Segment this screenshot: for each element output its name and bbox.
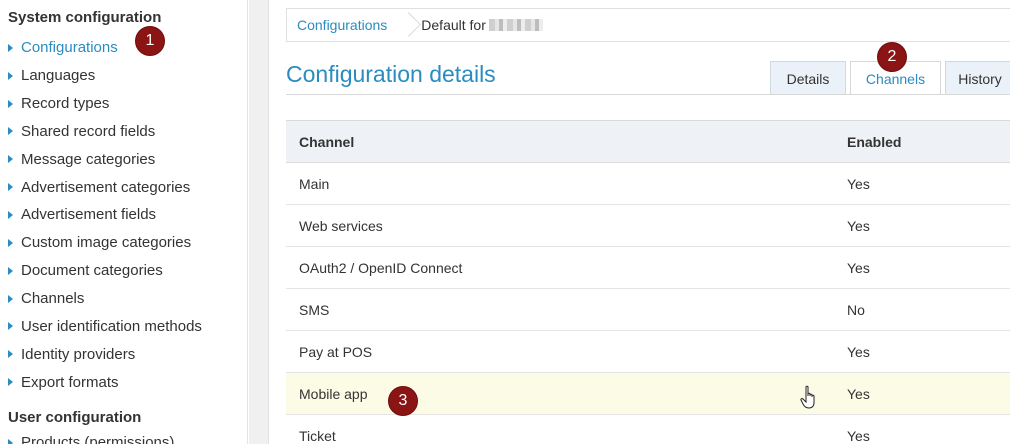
caret-right-icon [8, 378, 13, 387]
cell-enabled: Yes [847, 385, 870, 402]
column-header-channel: Channel [299, 133, 355, 150]
step-marker-3: 3 [388, 386, 418, 416]
caret-right-icon [8, 322, 13, 331]
table-header: Channel Enabled [286, 121, 1010, 163]
sidebar-item-message-categories[interactable]: Message categories [0, 145, 247, 173]
table-row[interactable]: OAuth2 / OpenID Connect Yes [286, 247, 1010, 289]
cell-enabled: Yes [847, 259, 870, 276]
sidebar-item-user-identification-methods[interactable]: User identification methods [0, 312, 247, 340]
caret-right-icon [8, 238, 13, 247]
sidebar-item-identity-providers[interactable]: Identity providers [0, 340, 247, 368]
caret-right-icon [8, 99, 13, 108]
cell-channel: Web services [299, 217, 383, 234]
caret-right-icon [8, 155, 13, 164]
table-row[interactable]: SMS No [286, 289, 1010, 331]
sidebar-section-system-configuration: System configuration [8, 9, 162, 26]
sidebar-item-label: User identification methods [21, 317, 202, 335]
sidebar-item-label: Products (permissions) [21, 434, 175, 444]
page-title: Configuration details [286, 61, 496, 87]
sidebar-item-document-categories[interactable]: Document categories [0, 257, 247, 285]
sidebar-item-label: Identity providers [21, 345, 136, 363]
cell-channel: Ticket [299, 427, 336, 444]
sidebar-item-advertisement-categories[interactable]: Advertisement categories [0, 173, 247, 201]
sidebar-item-record-types[interactable]: Record types [0, 90, 247, 118]
sidebar-gutter [249, 0, 269, 444]
cell-enabled: Yes [847, 343, 870, 360]
cell-channel: OAuth2 / OpenID Connect [299, 259, 463, 276]
table-row[interactable]: Pay at POS Yes [286, 331, 1010, 373]
sidebar-item-products-permissions[interactable]: Products (permissions) [8, 434, 174, 444]
step-marker-1: 1 [135, 26, 165, 56]
sidebar-item-label: Custom image categories [21, 234, 192, 252]
sidebar-item-label: Document categories [21, 262, 163, 280]
sidebar-item-label: Advertisement fields [21, 206, 157, 224]
cell-enabled: Yes [847, 427, 870, 444]
sidebar-item-label: Message categories [21, 150, 156, 168]
breadcrumb-configurations-link[interactable]: Configurations [287, 17, 399, 33]
tabs-divider [286, 94, 1010, 95]
caret-right-icon [8, 127, 13, 136]
cell-enabled: Yes [847, 175, 870, 192]
sidebar-item-configurations[interactable]: Configurations [0, 34, 247, 62]
column-header-enabled: Enabled [847, 133, 902, 150]
table-row[interactable]: Main Yes [286, 163, 1010, 205]
sidebar-item-label: Advertisement categories [21, 178, 191, 196]
sidebar: System configuration Configurations Lang… [0, 0, 248, 444]
sidebar-item-shared-record-fields[interactable]: Shared record fields [0, 118, 247, 146]
sidebar-item-label: Channels [21, 290, 85, 308]
sidebar-menu: Configurations Languages Record types Sh… [0, 34, 247, 396]
sidebar-item-label: Shared record fields [21, 122, 156, 140]
caret-right-icon [8, 71, 13, 80]
breadcrumb: Configurations Default for [286, 8, 1010, 42]
breadcrumb-current-label: Default for [421, 17, 486, 33]
sidebar-item-export-formats[interactable]: Export formats [0, 368, 247, 396]
cell-enabled: No [847, 301, 865, 318]
table-row[interactable]: Web services Yes [286, 205, 1010, 247]
cell-enabled: Yes [847, 217, 870, 234]
breadcrumb-separator-icon [399, 8, 409, 42]
table-row[interactable]: Ticket Yes [286, 415, 1010, 444]
tab-details[interactable]: Details [770, 61, 846, 95]
sidebar-section-user-configuration: User configuration [8, 409, 142, 426]
caret-right-icon [8, 183, 13, 192]
sidebar-item-languages[interactable]: Languages [0, 62, 247, 90]
sidebar-item-label: Record types [21, 95, 110, 113]
tab-history[interactable]: History [945, 61, 1010, 95]
caret-right-icon [8, 210, 13, 219]
caret-right-icon [8, 438, 13, 444]
caret-right-icon [8, 266, 13, 275]
sidebar-item-label: Languages [21, 67, 96, 85]
sidebar-item-label: Configurations [21, 39, 118, 57]
cell-channel: Pay at POS [299, 343, 373, 360]
cell-channel: Main [299, 175, 330, 192]
cell-channel: Mobile app [299, 385, 368, 402]
sidebar-item-channels[interactable]: Channels [0, 285, 247, 313]
caret-right-icon [8, 43, 13, 52]
step-marker-2: 2 [877, 42, 907, 72]
sidebar-item-custom-image-categories[interactable]: Custom image categories [0, 229, 247, 257]
caret-right-icon [8, 350, 13, 359]
caret-right-icon [8, 294, 13, 303]
sidebar-item-label: Export formats [21, 373, 119, 391]
sidebar-item-advertisement-fields[interactable]: Advertisement fields [0, 201, 247, 229]
breadcrumb-current: Default for [421, 17, 543, 33]
redacted-text [488, 19, 543, 31]
cell-channel: SMS [299, 301, 330, 318]
hand-pointer-icon [800, 385, 815, 409]
